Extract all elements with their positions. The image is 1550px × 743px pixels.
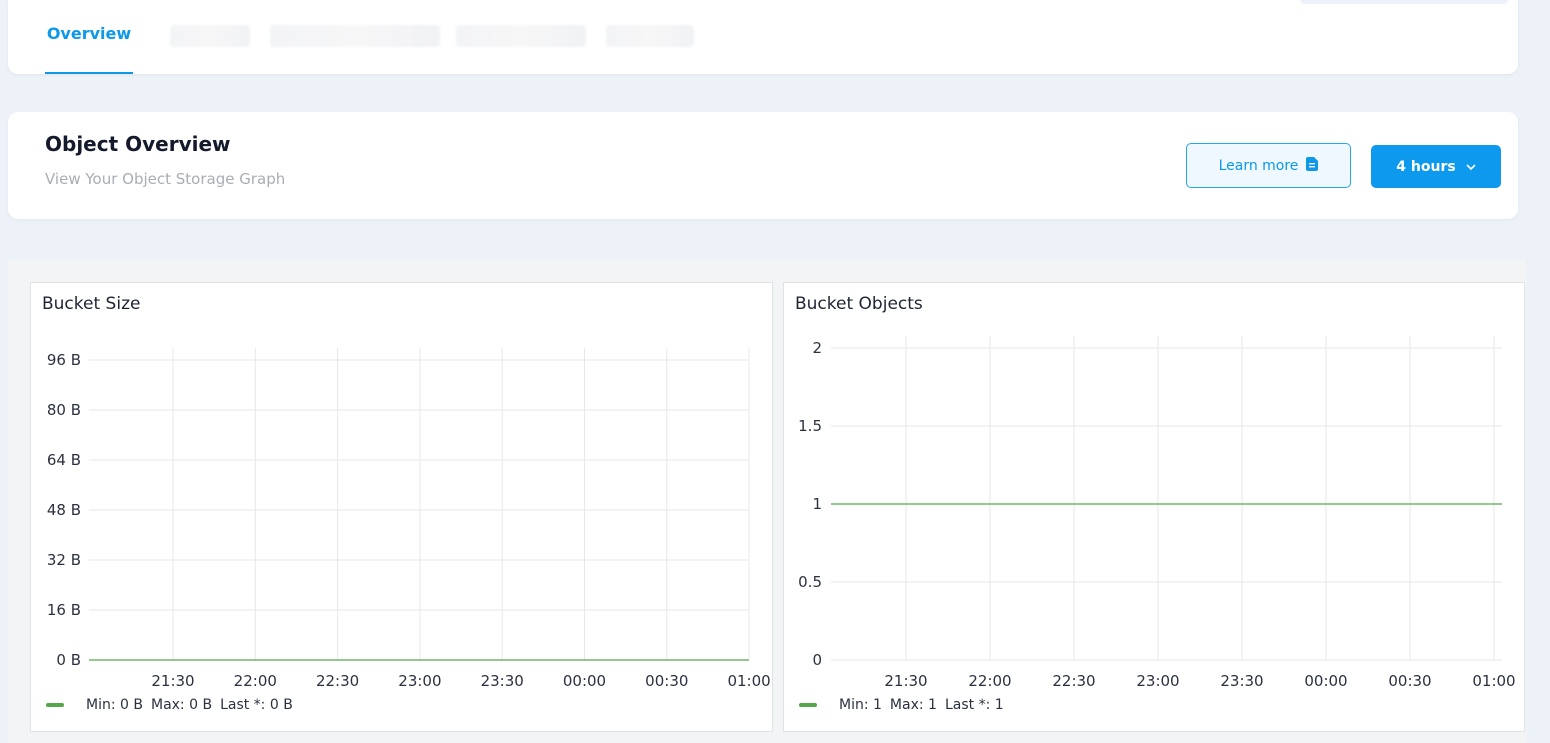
legend-min: Min: 0 B bbox=[86, 697, 143, 713]
x-tick-label: 00:30 bbox=[1388, 672, 1431, 690]
y-tick-label: 96 B bbox=[47, 351, 81, 369]
charts-area: Bucket Size 0 B 16 B 32 B 48 B 64 B 80 B 96 B2… bbox=[8, 260, 1526, 743]
tab-overview-label: Overview bbox=[46, 23, 132, 43]
y-tick-label: 1 bbox=[812, 495, 822, 513]
x-tick-label: 21:30 bbox=[151, 672, 194, 690]
page-title: Object Overview bbox=[45, 132, 231, 156]
tab-redacted[interactable] bbox=[170, 25, 250, 47]
legend-swatch bbox=[46, 703, 64, 707]
time-range-dropdown[interactable]: 4 hours bbox=[1371, 145, 1501, 188]
y-tick-label: 32 B bbox=[47, 551, 81, 569]
y-tick-label: 16 B bbox=[47, 601, 81, 619]
x-tick-label: 21:30 bbox=[884, 672, 927, 690]
chart-legend: Min: 0 B Max: 0 B Last *: 0 B bbox=[46, 697, 293, 713]
x-tick-label: 01:00 bbox=[727, 672, 770, 690]
bucket-size-panel: Bucket Size 0 B 16 B 32 B 48 B 64 B 80 B 96 B2… bbox=[30, 282, 773, 732]
y-tick-label: 1.5 bbox=[798, 417, 822, 435]
x-tick-label: 23:30 bbox=[1220, 672, 1263, 690]
tab-redacted[interactable] bbox=[606, 25, 694, 47]
y-tick-label: 80 B bbox=[47, 401, 81, 419]
x-tick-label: 22:00 bbox=[968, 672, 1011, 690]
y-tick-label: 2 bbox=[812, 339, 822, 357]
chevron-down-icon bbox=[1466, 159, 1476, 175]
legend-max: Max: 0 B bbox=[150, 697, 213, 713]
x-tick-label: 22:30 bbox=[1052, 672, 1095, 690]
y-tick-label: 0.5 bbox=[798, 573, 822, 591]
learn-more-button[interactable]: Learn more bbox=[1186, 143, 1351, 188]
legend-swatch bbox=[799, 703, 817, 707]
y-tick-label: 0 bbox=[812, 651, 822, 669]
x-tick-label: 23:00 bbox=[1136, 672, 1179, 690]
x-tick-label: 22:30 bbox=[316, 672, 359, 690]
overview-card: Object Overview View Your Object Storage… bbox=[8, 112, 1518, 219]
y-tick-label: 64 B bbox=[47, 451, 81, 469]
bucket-objects-chart: 0 0.5 1 1.5 2 21:30 22:00 22:30 23:00 23:30 00:00 0… bbox=[798, 336, 1516, 690]
chart-legend: Min: 1 Max: 1 Last *: 1 bbox=[799, 697, 1004, 713]
x-tick-label: 00:00 bbox=[1304, 672, 1347, 690]
bucket-size-chart: 0 B 16 B 32 B 48 B 64 B 80 B 96 B 21:30 22:00 22:… bbox=[47, 348, 771, 690]
learn-more-label: Learn more bbox=[1218, 157, 1299, 174]
document-icon bbox=[1306, 156, 1319, 175]
x-tick-label: 23:00 bbox=[398, 672, 441, 690]
page-subtitle: View Your Object Storage Graph bbox=[45, 170, 286, 188]
x-tick-label: 23:30 bbox=[481, 672, 524, 690]
legend-last: Last *: 0 B bbox=[220, 697, 293, 713]
tab-overview[interactable]: Overview bbox=[45, 0, 133, 74]
time-range-label: 4 hours bbox=[1396, 158, 1456, 175]
tab-redacted[interactable] bbox=[270, 25, 440, 47]
x-tick-label: 00:00 bbox=[563, 672, 606, 690]
bucket-objects-panel: Bucket Objects 0 0.5 1 1.5 2 21:30 22:00 22:30 2… bbox=[783, 282, 1525, 732]
legend-min: Min: 1 bbox=[839, 697, 882, 713]
y-tick-label: 0 B bbox=[56, 651, 81, 669]
tabs-bar: Overview bbox=[8, 0, 1518, 74]
x-tick-label: 22:00 bbox=[234, 672, 277, 690]
top-control-edge bbox=[1300, 0, 1508, 4]
legend-last: Last *: 1 bbox=[944, 697, 1004, 713]
tab-redacted[interactable] bbox=[456, 25, 586, 47]
x-tick-label: 00:30 bbox=[645, 672, 688, 690]
legend-max: Max: 1 bbox=[889, 697, 937, 713]
y-tick-label: 48 B bbox=[47, 501, 81, 519]
x-tick-label: 01:00 bbox=[1472, 672, 1515, 690]
